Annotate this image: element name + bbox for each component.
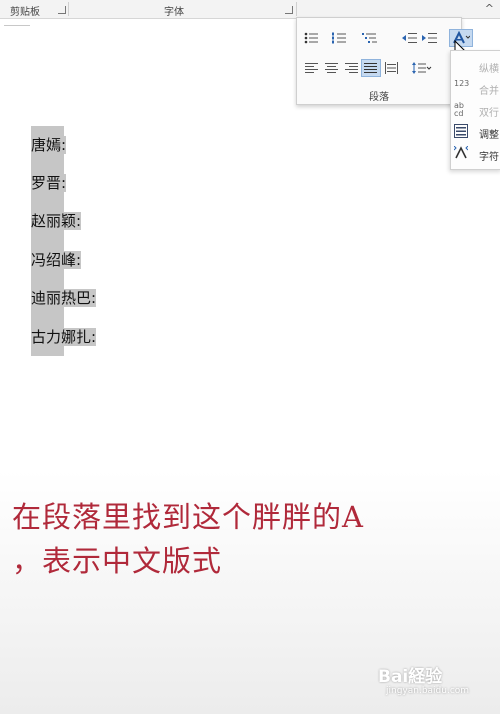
clipboard-group-label: 剪贴板 — [10, 7, 40, 18]
vertical-text-icon — [454, 58, 470, 74]
menu-item-vertical-in-horizontal[interactable]: 纵横 — [451, 55, 500, 77]
clipboard-launcher-icon[interactable] — [58, 6, 66, 14]
caption-line-2: ，表示中文版式 — [12, 544, 223, 578]
align-right-icon[interactable] — [343, 60, 361, 76]
justify-icon[interactable] — [361, 59, 381, 77]
asian-layout-menu: 纵横 123 合并 ab cd 双行 调整 字符 — [450, 50, 500, 170]
name-line[interactable]: 赵丽颖: — [31, 210, 83, 232]
page-corner-marker — [4, 25, 30, 26]
combine-characters-icon: 123 — [454, 79, 470, 88]
name-line[interactable]: 古力娜扎: — [31, 326, 98, 348]
distributed-icon[interactable] — [383, 60, 401, 76]
menu-item-character-scaling[interactable]: 字符 — [451, 143, 500, 165]
menu-item-fit-text[interactable]: 调整 — [451, 121, 500, 143]
line-spacing-icon[interactable] — [411, 60, 433, 76]
fit-text-icon — [454, 124, 470, 140]
paragraph-panel: 段落 — [296, 17, 473, 105]
watermark-url: jingyan.baidu.com — [386, 686, 470, 696]
font-group-label: 字体 — [164, 7, 184, 18]
align-center-icon[interactable] — [323, 60, 341, 76]
ribbon-separator — [296, 2, 297, 16]
name-line[interactable]: 唐嫣: — [31, 134, 68, 156]
paragraph-group-label: 段落 — [369, 92, 389, 103]
caption-line-1: 在段落里找到这个胖胖的A — [12, 500, 364, 534]
name-line[interactable]: 迪丽热巴: — [31, 287, 98, 309]
font-launcher-icon[interactable] — [285, 6, 293, 14]
name-line[interactable]: 罗晋: — [31, 172, 68, 194]
selection-highlight — [31, 126, 64, 356]
two-lines-icon: ab cd — [454, 101, 464, 118]
multilevel-list-icon[interactable] — [361, 30, 379, 46]
baidu-jingyan-watermark: Bai経验 — [378, 667, 443, 687]
align-left-icon[interactable] — [303, 60, 321, 76]
bullets-icon[interactable] — [303, 30, 321, 46]
increase-indent-icon[interactable] — [421, 30, 439, 46]
name-line[interactable]: 冯绍峰: — [31, 249, 83, 271]
character-scaling-icon — [453, 145, 470, 162]
menu-item-combine-characters[interactable]: 123 合并 — [451, 77, 500, 99]
decrease-indent-icon[interactable] — [401, 30, 419, 46]
ribbon-separator — [68, 2, 69, 16]
menu-item-two-lines-in-one[interactable]: ab cd 双行 — [451, 99, 500, 121]
collapse-ribbon-icon[interactable]: ^ — [485, 2, 494, 15]
numbering-icon[interactable] — [331, 30, 349, 46]
